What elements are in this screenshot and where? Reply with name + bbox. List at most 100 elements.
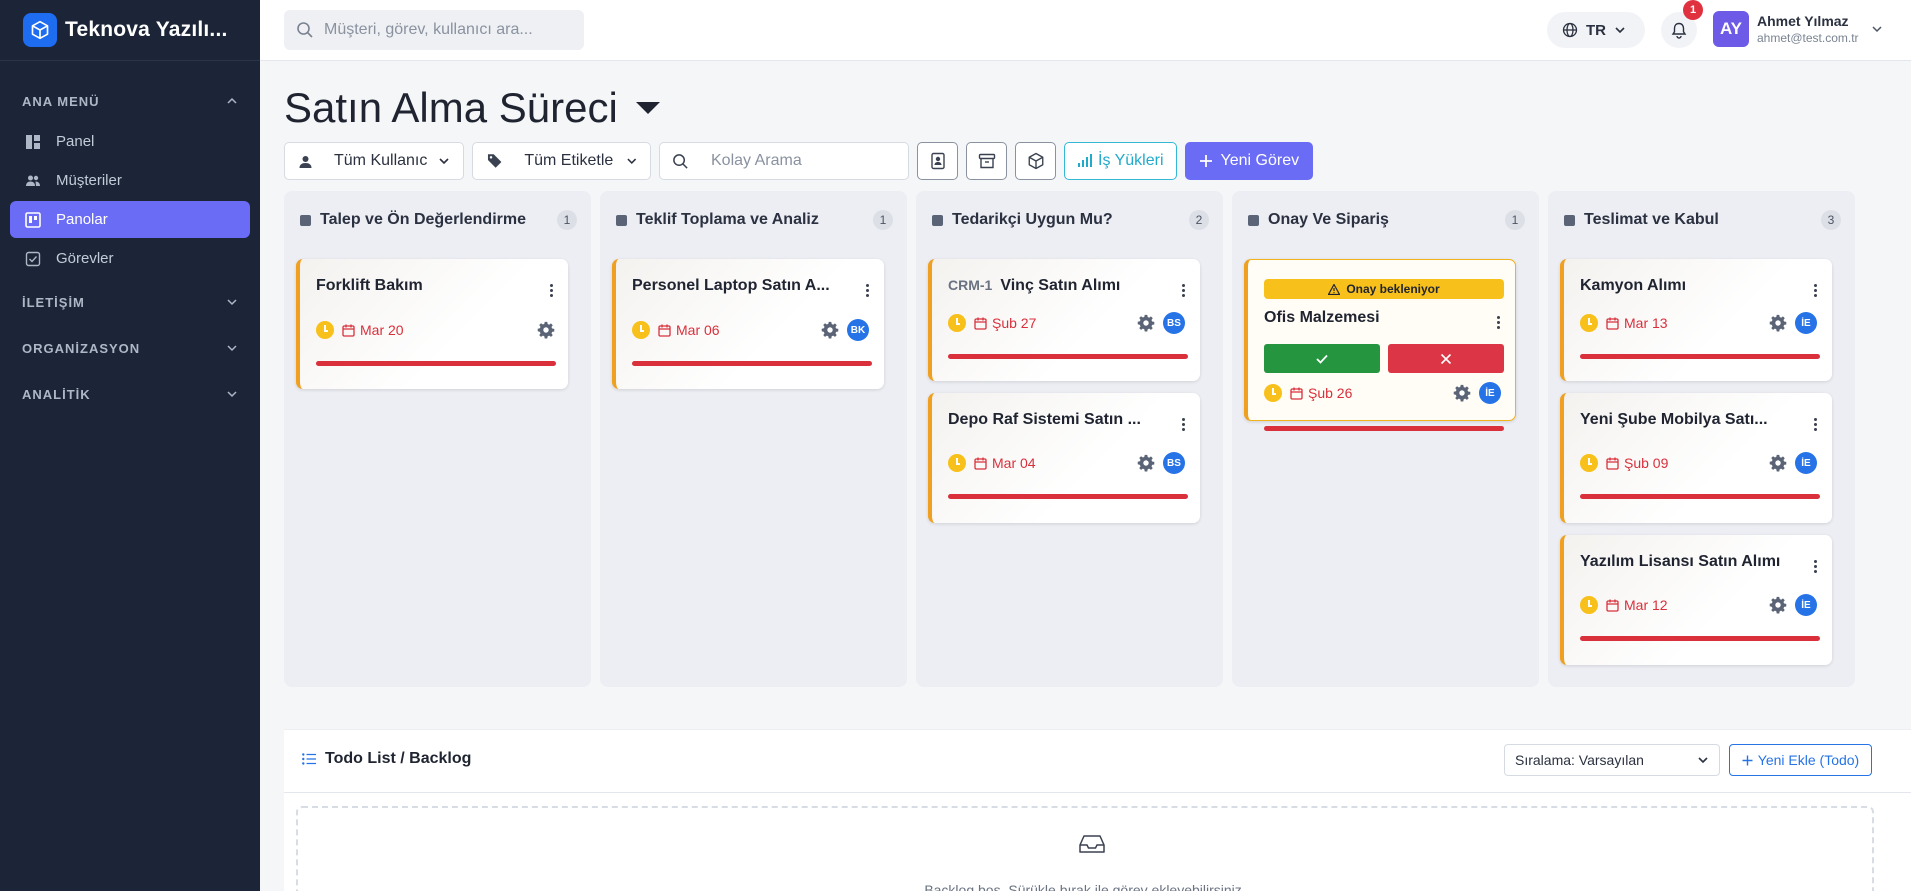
task-card[interactable]: Kamyon Alımı Mar 13 İE	[1560, 259, 1832, 381]
add-todo-button[interactable]: Yeni Ekle (Todo)	[1729, 744, 1872, 776]
more-vertical-icon[interactable]	[1497, 314, 1501, 331]
cube-logo-icon	[23, 13, 57, 47]
assignee-avatar[interactable]: BS	[1163, 452, 1185, 474]
nav-section-communication[interactable]: İLETİŞİM	[0, 281, 260, 323]
card-meta: Şub 09	[1580, 454, 1668, 472]
gear-icon[interactable]	[537, 321, 555, 339]
assignee-avatar[interactable]: İE	[1795, 594, 1817, 616]
gear-icon[interactable]	[1453, 384, 1471, 402]
gear-icon[interactable]	[821, 321, 839, 339]
card-meta: Şub 26	[1264, 384, 1352, 402]
backlog-dropzone[interactable]: Backlog boş. Sürükle bırak ile görev ekl…	[296, 806, 1874, 891]
global-search-input[interactable]: Müşteri, görev, kullanıcı ara...	[284, 10, 584, 50]
chevron-down-icon	[227, 345, 237, 352]
user-filter-label: Tüm Kullanıcı	[334, 152, 428, 169]
more-vertical-icon[interactable]	[1814, 282, 1818, 299]
clock-icon	[948, 454, 966, 472]
dashboard-icon	[26, 134, 40, 149]
gear-icon[interactable]	[1137, 454, 1155, 472]
approval-text: Onay bekleniyor	[1346, 282, 1440, 296]
more-vertical-icon[interactable]	[1814, 558, 1818, 575]
user-email: ahmet@test.com.tr	[1757, 31, 1859, 45]
assignee-avatar[interactable]: BK	[847, 319, 869, 341]
gear-icon[interactable]	[1769, 454, 1787, 472]
due-date-text: Mar 04	[992, 455, 1036, 471]
check-icon	[1316, 354, 1328, 364]
package-button[interactable]	[1015, 142, 1056, 180]
assignee-avatar[interactable]: İE	[1479, 382, 1501, 404]
sidebar-item-panel[interactable]: Panel	[10, 123, 250, 160]
user-menu[interactable]: AY Ahmet Yılmaz ahmet@test.com.tr	[1713, 11, 1883, 47]
approve-button[interactable]	[1264, 344, 1380, 373]
caret-down-icon	[635, 102, 660, 114]
task-check-icon	[25, 251, 41, 266]
sort-select[interactable]: Sıralama: Varsayılan	[1504, 744, 1720, 776]
task-card[interactable]: Depo Raf Sistemi Satın ... Mar 04 BS	[928, 393, 1200, 523]
sidebar-item-customers[interactable]: Müşteriler	[10, 162, 250, 199]
due-date-text: Mar 20	[360, 322, 404, 338]
workload-label: İş Yükleri	[1098, 152, 1164, 169]
due-date: Mar 12	[1606, 597, 1668, 613]
tag-icon	[487, 154, 502, 168]
card-title: Depo Raf Sistemi Satın ...	[948, 411, 1141, 428]
more-vertical-icon[interactable]	[866, 282, 870, 299]
user-filter-select[interactable]: Tüm Kullanıcı	[284, 142, 464, 180]
more-vertical-icon[interactable]	[1182, 416, 1186, 433]
task-card[interactable]: Personel Laptop Satın A... Mar 06 BK	[612, 259, 884, 389]
language-selector[interactable]: TR	[1547, 12, 1645, 48]
assignee-avatar[interactable]: BS	[1163, 312, 1185, 334]
nav-section-organization[interactable]: ORGANİZASYON	[0, 327, 260, 369]
task-card[interactable]: CRM-1 Vinç Satın Alımı Şub 27 BS	[928, 259, 1200, 381]
task-card[interactable]: Yeni Şube Mobilya Satı... Şub 09 İE	[1560, 393, 1832, 523]
plus-icon	[1199, 155, 1212, 167]
todo-title: Todo List / Backlog	[325, 750, 472, 767]
globe-icon	[1562, 22, 1578, 38]
search-icon	[297, 22, 313, 38]
board-title-selector[interactable]: Satın Alma Süreci	[284, 84, 660, 132]
topbar: Müşteri, görev, kullanıcı ara... TR 1 AY…	[260, 0, 1911, 61]
user-icon	[299, 155, 312, 168]
gear-icon[interactable]	[1769, 596, 1787, 614]
nav-section-main[interactable]: ANA MENÜ	[0, 81, 260, 121]
nav-section-analytics[interactable]: ANALİTİK	[0, 373, 260, 415]
column-header: Teklif Toplama ve Analiz 1	[616, 210, 893, 230]
more-vertical-icon[interactable]	[1182, 282, 1186, 299]
column-count-badge: 2	[1189, 210, 1209, 230]
users-icon	[26, 175, 40, 186]
progress-bar	[1580, 494, 1820, 499]
sidebar: Teknova Yazılı... ANA MENÜ Panel Müşteri…	[0, 0, 260, 891]
board-icon	[25, 211, 41, 228]
contacts-button[interactable]	[917, 142, 958, 180]
sort-label: Sıralama: Varsayılan	[1515, 752, 1644, 768]
assignee-avatar[interactable]: İE	[1795, 452, 1817, 474]
task-card[interactable]: Forklift Bakım Mar 20	[296, 259, 568, 389]
nav-section-label: ANALİTİK	[22, 386, 91, 402]
quick-search-input[interactable]: Kolay Arama	[659, 142, 909, 180]
tag-filter-select[interactable]: Tüm Etiketle	[472, 142, 651, 180]
brand[interactable]: Teknova Yazılı...	[0, 0, 260, 61]
gear-icon[interactable]	[1137, 314, 1155, 332]
due-date: Mar 20	[342, 322, 404, 338]
due-date: Mar 06	[658, 322, 720, 338]
column-count-badge: 3	[1821, 210, 1841, 230]
sidebar-item-tasks[interactable]: Görevler	[10, 240, 250, 277]
workload-button[interactable]: İş Yükleri	[1064, 142, 1177, 180]
new-task-button[interactable]: Yeni Görev	[1184, 142, 1314, 180]
more-vertical-icon[interactable]	[550, 282, 554, 299]
divider	[284, 792, 1911, 793]
card-title: Personel Laptop Satın A...	[632, 277, 830, 294]
progress-bar	[948, 354, 1188, 359]
gear-icon[interactable]	[1769, 314, 1787, 332]
archive-button[interactable]	[966, 142, 1007, 180]
card-title-text: Vinç Satın Alımı	[1000, 277, 1121, 294]
card-meta: Mar 06	[632, 321, 720, 339]
task-card-awaiting-approval[interactable]: Onay bekleniyor Ofis Malzemesi Şub 26 İE	[1244, 259, 1516, 431]
progress-bar	[632, 361, 872, 366]
reject-button[interactable]	[1388, 344, 1504, 373]
card-title: Kamyon Alımı	[1580, 277, 1687, 294]
more-vertical-icon[interactable]	[1814, 416, 1818, 433]
assignee-avatar[interactable]: İE	[1795, 312, 1817, 334]
task-card[interactable]: Yazılım Lisansı Satın Alımı Mar 12 İE	[1560, 535, 1832, 665]
calendar-icon	[974, 317, 987, 330]
sidebar-item-boards[interactable]: Panolar	[10, 201, 250, 238]
